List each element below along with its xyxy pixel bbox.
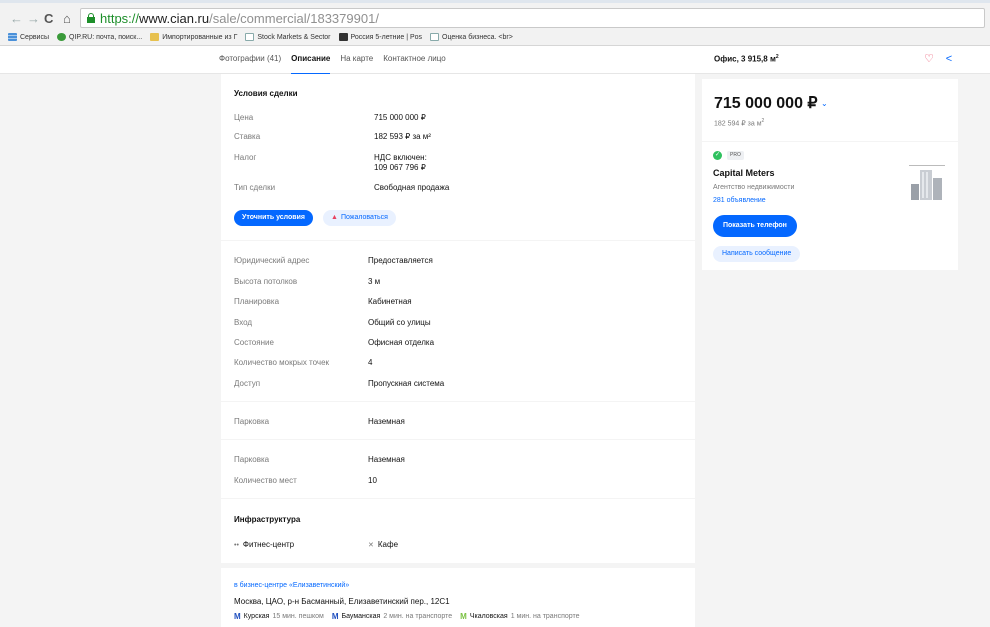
header-title: Офис, 3 915,8 м2 <box>714 54 779 64</box>
price-label: Цена <box>234 113 254 122</box>
price-card: 715 000 000 ₽ ⌄ 182 594 ₽ за м2 <box>702 79 958 141</box>
agent-listings-link[interactable]: 281 объявление <box>713 197 766 204</box>
tab-contact[interactable]: Контактное лицо <box>383 54 445 63</box>
complain-label: Пожаловаться <box>340 214 388 221</box>
parking-details-card: Парковка Наземная Количество мест 10 <box>221 440 695 498</box>
folder-icon <box>150 33 160 41</box>
param-value: Пропускная система <box>368 379 445 388</box>
back-arrow-icon[interactable]: ← <box>10 11 23 26</box>
agent-name[interactable]: Capital Meters <box>713 168 775 178</box>
param-value: Кабинетная <box>368 297 412 306</box>
rate-value: 182 593 ₽ за м² <box>374 132 431 141</box>
param-label: Количество мокрых точек <box>234 358 330 367</box>
address-card: в бизнес-центре «Елизаветинский» Москва,… <box>221 568 695 627</box>
param-value: 3 м <box>368 277 381 286</box>
chevron-down-icon[interactable]: ⌄ <box>821 99 828 108</box>
bookmark-business-valuation[interactable]: Оценка бизнеса. <br> <box>430 33 513 41</box>
deal-conditions-card: Условия сделки Цена 715 000 000 ₽ Ставка… <box>221 74 695 240</box>
param-label: Доступ <box>234 379 261 388</box>
lock-icon <box>87 13 95 23</box>
param-label: Юридический адрес <box>234 256 310 265</box>
browser-chrome: ← → C ⌂ https://www.cian.ru/sale/commerc… <box>0 0 990 46</box>
complain-button[interactable]: ▲ Пожаловаться <box>323 210 396 226</box>
param-value: Офисная отделка <box>368 338 435 347</box>
agent-card: ✓ PRO Capital Meters Агентство недвижимо… <box>702 142 958 270</box>
metro-icon: M <box>460 612 467 621</box>
url-text: https://www.cian.ru/sale/commercial/1833… <box>100 11 379 26</box>
warning-icon: ▲ <box>331 214 338 221</box>
forward-arrow-icon[interactable]: → <box>27 11 40 26</box>
tab-photos[interactable]: Фотографии (41) <box>219 54 281 63</box>
heart-icon[interactable]: ♡ <box>921 51 937 67</box>
clarify-conditions-button[interactable]: Уточнить условия <box>234 210 313 226</box>
tab-map[interactable]: На карте <box>340 54 373 63</box>
agent-logo <box>906 162 948 204</box>
bookmark-imported[interactable]: Импортированные из Г <box>150 33 237 41</box>
infra-item-cafe: ✕ Кафе <box>368 540 399 549</box>
section-tabs: Фотографии (41) Описание На карте Контак… <box>219 54 456 75</box>
ru-icon <box>338 33 348 41</box>
deal-type-label: Тип сделки <box>234 183 276 192</box>
metro-list: M Курская 15 мин. пешком M Бауманская 2 мин.… <box>234 612 588 621</box>
show-phone-button[interactable]: Показать телефон <box>713 215 797 237</box>
infrastructure-title: Инфраструктура <box>234 515 301 524</box>
apps-icon <box>8 33 17 41</box>
write-message-button[interactable]: Написать сообщение <box>713 246 801 262</box>
tax-amount: 109 067 796 ₽ <box>374 163 426 172</box>
site-header: Фотографии (41) Описание На карте Контак… <box>0 46 990 75</box>
bookmark-russia[interactable]: Россия 5-летние | Pos <box>338 33 422 41</box>
parameters-card: Юридический адрес Предоставляется Высота… <box>221 241 695 401</box>
parking-card: Парковка Наземная <box>221 402 695 439</box>
parking-label: Парковка <box>234 455 270 464</box>
share-icon[interactable]: < <box>941 51 957 67</box>
bookmarks-bar: Сервисы QIP.RU: почта, поиск... Импортир… <box>0 30 990 44</box>
param-value: Общий со улицы <box>368 318 431 327</box>
metro-station[interactable]: M Бауманская 2 мин. на транспорте <box>332 612 452 621</box>
verified-check-icon: ✓ <box>713 151 722 160</box>
page-icon <box>430 33 440 41</box>
tax-value: НДС включен: <box>374 153 427 162</box>
metro-station[interactable]: M Чкаловская 1 мин. на транспорте <box>460 612 579 621</box>
home-icon[interactable]: ⌂ <box>63 11 71 26</box>
address-line: Москва, ЦАО, р-н Басманный, Елизаветинск… <box>234 597 450 606</box>
param-label: Высота потолков <box>234 277 298 286</box>
tab-description[interactable]: Описание <box>291 54 331 75</box>
dumbbell-icon: •• <box>234 542 239 549</box>
param-label: Вход <box>234 318 253 327</box>
price-per-meter: 182 594 ₽ за м2 <box>714 118 765 128</box>
bookmark-qip[interactable]: QIP.RU: почта, поиск... <box>57 33 142 41</box>
param-value: Предоставляется <box>368 256 433 265</box>
reload-icon[interactable]: C <box>44 11 53 26</box>
address-bar[interactable]: https://www.cian.ru/sale/commercial/1833… <box>80 8 985 28</box>
param-label: Планировка <box>234 297 280 306</box>
parking-value: Наземная <box>368 455 405 464</box>
parking-value: Наземная <box>368 417 405 426</box>
qip-icon <box>57 33 67 41</box>
metro-icon: M <box>234 612 241 621</box>
browser-top-strip <box>0 0 990 3</box>
parking-label: Парковка <box>234 417 270 426</box>
rate-label: Ставка <box>234 132 261 141</box>
tax-label: Налог <box>234 153 257 162</box>
business-center-link[interactable]: в бизнес-центре «Елизаветинский» <box>234 582 349 589</box>
metro-icon: M <box>331 612 339 621</box>
parking-spaces-label: Количество мест <box>234 476 297 485</box>
agent-type: Агентство недвижимости <box>713 184 795 191</box>
infra-item-fitness: •• Фитнес-центр <box>234 540 295 549</box>
bookmark-stock-markets[interactable]: Stock Markets & Sector <box>245 33 331 41</box>
deal-conditions-title: Условия сделки <box>234 89 298 98</box>
deal-type-value: Свободная продажа <box>374 183 450 192</box>
param-value: 4 <box>368 358 373 367</box>
page-icon <box>245 33 255 41</box>
parking-spaces-value: 10 <box>368 476 377 485</box>
pro-badge: PRO <box>727 151 744 160</box>
metro-station[interactable]: M Курская 15 мин. пешком <box>234 612 324 621</box>
cutlery-icon: ✕ <box>368 542 374 549</box>
param-label: Состояние <box>234 338 274 347</box>
price-total: 715 000 000 ₽ <box>714 95 818 112</box>
bookmark-apps[interactable]: Сервисы <box>8 33 49 41</box>
price-value: 715 000 000 ₽ <box>374 113 426 122</box>
infrastructure-card: Инфраструктура •• Фитнес-центр ✕ Кафе <box>221 499 695 563</box>
